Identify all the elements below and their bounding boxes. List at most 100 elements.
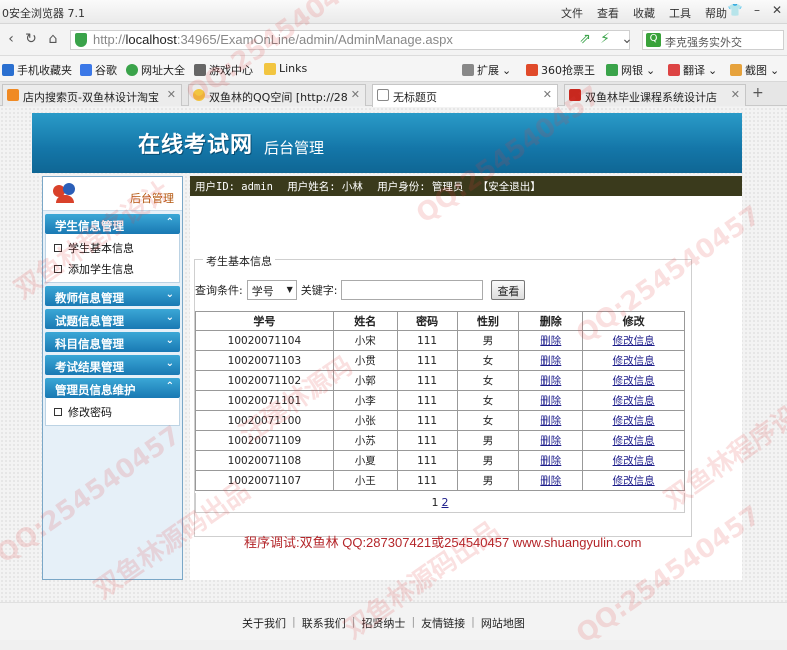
back-icon[interactable]: ‹	[2, 31, 20, 49]
table-row: 10020071108 小夏 111 男 删除 修改信息	[195, 450, 685, 471]
mobile-icon	[2, 64, 14, 76]
url-input[interactable]: http://localhost:34965/ExamOnLine/admin/…	[70, 30, 630, 50]
cell-sex: 男	[456, 470, 520, 491]
footer-link[interactable]: 友情链接	[421, 615, 465, 631]
logout-link[interactable]: 【安全退出】	[478, 181, 541, 193]
new-tab-icon[interactable]: +	[752, 85, 764, 101]
share-icon[interactable]: ⇗	[576, 31, 594, 49]
footer-link[interactable]: 网站地图	[481, 615, 525, 631]
table-row: 10020071109 小苏 111 男 删除 修改信息	[195, 430, 685, 451]
footer-link[interactable]: 关于我们	[242, 615, 286, 631]
delete-link[interactable]: 删除	[540, 475, 561, 487]
menu-teacher-management[interactable]: 教师信息管理 ⌄	[45, 286, 180, 306]
edit-link[interactable]: 修改信息	[613, 395, 655, 407]
fav-links[interactable]: Links	[264, 62, 307, 75]
condition-select[interactable]: 学号 ▼	[246, 280, 297, 300]
menu-student-management[interactable]: 学生信息管理 ⌃	[45, 214, 180, 234]
site-banner: 在线考试网 后台管理	[32, 113, 742, 173]
menu-tools[interactable]: 工具	[669, 5, 691, 21]
menu-item-label: 学生基本信息	[68, 241, 134, 255]
taobao-icon	[7, 89, 19, 101]
cell-name: 小宋	[332, 330, 398, 351]
delete-link[interactable]: 删除	[540, 415, 561, 427]
col-id: 学号	[195, 311, 334, 331]
shirt-icon[interactable]: 👕	[726, 3, 744, 19]
delete-link[interactable]: 删除	[540, 435, 561, 447]
search-placeholder: 李克强务实外交	[665, 36, 742, 49]
close-icon[interactable]: ✕	[167, 88, 176, 101]
cell-delete: 删除	[518, 450, 584, 471]
edit-link[interactable]: 修改信息	[613, 415, 655, 427]
page-link-2[interactable]: 2	[442, 496, 449, 509]
search-button[interactable]: 查看	[491, 280, 526, 300]
close-icon[interactable]: ✕	[351, 88, 360, 101]
fav-google[interactable]: 谷歌	[80, 62, 117, 78]
cell-id: 10020071101	[195, 390, 334, 411]
table-row: 10020071107 小王 111 男 删除 修改信息	[195, 470, 685, 491]
footer-link[interactable]: 招贤纳士	[361, 615, 405, 631]
chevron-down-icon: ⌄	[165, 358, 174, 369]
fav-sites[interactable]: 网址大全	[126, 62, 185, 78]
menu-admin-maintenance[interactable]: 管理员信息维护 ⌃	[45, 378, 180, 398]
delete-link[interactable]: 删除	[540, 355, 561, 367]
edit-link[interactable]: 修改信息	[613, 455, 655, 467]
cell-id: 10020071109	[195, 430, 334, 451]
minimize-icon[interactable]: –	[748, 3, 766, 19]
close-icon[interactable]: ✕	[543, 88, 552, 101]
tab-design-shop[interactable]: 双鱼林毕业课程系统设计店 ✕	[564, 84, 746, 106]
user-info-bar: 用户ID: admin 用户姓名: 小林 用户身份: 管理员 【安全退出】	[190, 176, 742, 196]
fav-extensions[interactable]: 扩展 ⌄	[462, 62, 511, 78]
fav-games[interactable]: 游戏中心	[194, 62, 253, 78]
dropdown-icon[interactable]: ⌄	[618, 31, 636, 49]
edit-link[interactable]: 修改信息	[613, 375, 655, 387]
tab-untitled[interactable]: 无标题页 ✕	[372, 84, 558, 107]
main-content: 考生基本信息 查询条件: 学号 ▼ 关键字: 查看 学号 姓名 密码 性别 删除…	[190, 196, 742, 580]
compat-icon[interactable]: ⚡	[596, 31, 614, 49]
keyword-input[interactable]	[341, 280, 484, 300]
menu-help[interactable]: 帮助	[705, 5, 727, 21]
close-icon[interactable]: ✕	[731, 88, 740, 101]
menu-result-management[interactable]: 考试结果管理 ⌄	[45, 355, 180, 375]
cell-id: 10020071104	[195, 330, 334, 351]
menu-item-change-password[interactable]: 修改密码	[54, 401, 179, 422]
cell-edit: 修改信息	[582, 330, 685, 351]
fav-mobile[interactable]: 手机收藏夹	[2, 62, 72, 78]
tab-shop-search[interactable]: 店内搜索页-双鱼林设计淘宝 ✕	[2, 84, 182, 106]
delete-link[interactable]: 删除	[540, 375, 561, 387]
tab-qq-space[interactable]: 双鱼林的QQ空间 [http://28 ✕	[188, 84, 366, 106]
fav-label: 翻译	[683, 64, 705, 77]
fav-screenshot[interactable]: 截图 ⌄	[730, 62, 779, 78]
close-icon[interactable]: ✕	[768, 3, 786, 19]
menu-view[interactable]: 查看	[597, 5, 619, 21]
cell-delete: 删除	[518, 470, 584, 491]
menu-question-management[interactable]: 试题信息管理 ⌄	[45, 309, 180, 329]
menu-file[interactable]: 文件	[561, 5, 583, 21]
refresh-icon[interactable]: ↻	[22, 31, 40, 49]
menu-subject-management[interactable]: 科目信息管理 ⌄	[45, 332, 180, 352]
page-current: 1	[431, 496, 439, 509]
chevron-up-icon: ⌃	[165, 217, 174, 228]
cell-delete: 删除	[518, 430, 584, 451]
edit-link[interactable]: 修改信息	[613, 355, 655, 367]
edit-link[interactable]: 修改信息	[613, 475, 655, 487]
menu-item-student-info[interactable]: 学生基本信息	[54, 237, 179, 258]
separator: |	[471, 615, 475, 628]
delete-link[interactable]: 删除	[540, 335, 561, 347]
fav-tickets[interactable]: 360抢票王	[526, 62, 595, 78]
footer-link[interactable]: 联系我们	[302, 615, 346, 631]
fav-label: 手机收藏夹	[17, 64, 72, 77]
menu-favorites[interactable]: 收藏	[633, 5, 655, 21]
search-input[interactable]: Q 李克强务实外交	[642, 30, 784, 50]
menu-item-add-student[interactable]: 添加学生信息	[54, 258, 179, 279]
gamepad-icon	[194, 64, 206, 76]
fav-bank[interactable]: 网银 ⌄	[606, 62, 655, 78]
cell-id: 10020071108	[195, 450, 334, 471]
edit-link[interactable]: 修改信息	[613, 335, 655, 347]
shop-icon	[569, 89, 581, 101]
fav-translate[interactable]: 翻译 ⌄	[668, 62, 717, 78]
delete-link[interactable]: 删除	[540, 395, 561, 407]
home-icon[interactable]: ⌂	[44, 31, 62, 49]
condition-value: 学号	[251, 285, 274, 298]
delete-link[interactable]: 删除	[540, 455, 561, 467]
edit-link[interactable]: 修改信息	[613, 435, 655, 447]
